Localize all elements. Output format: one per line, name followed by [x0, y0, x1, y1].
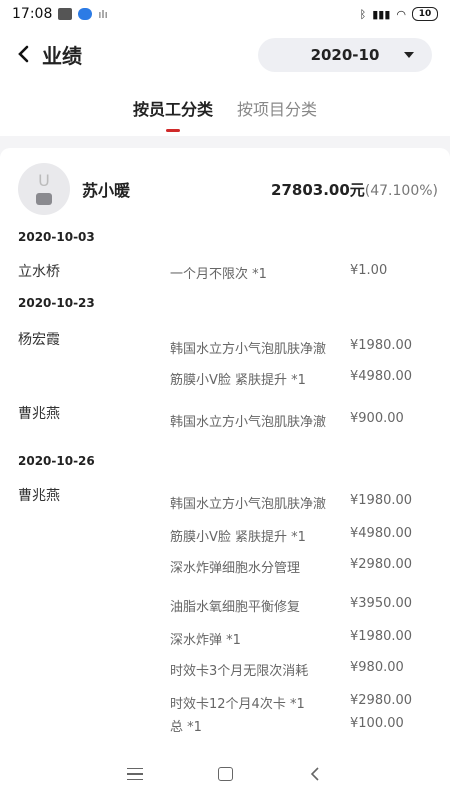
caret-down-icon — [404, 52, 414, 58]
avatar-lock-icon — [36, 193, 52, 205]
signal-mini-icon: ıIı — [98, 7, 108, 21]
nav-back-icon — [310, 767, 319, 781]
employee-amount: 27803.00元(47.100%) — [271, 179, 438, 200]
chevron-left-icon — [18, 45, 29, 63]
record-price: ¥900.00 — [350, 411, 404, 426]
record-item: 一个月不限次 *1 — [170, 267, 267, 282]
menu-icon — [127, 768, 143, 780]
record-price: ¥1980.00 — [350, 629, 413, 644]
home-button[interactable] — [215, 764, 235, 784]
back-button[interactable] — [8, 39, 38, 69]
app-header: 业绩 2020-10 — [0, 28, 450, 80]
month-dropdown[interactable]: 2020-10 — [258, 38, 432, 72]
amount-value: 27803.00元 — [271, 180, 365, 199]
bluetooth-icon: ᛒ — [359, 7, 367, 21]
record-price: ¥100.00 — [350, 716, 404, 731]
tab-by-employee[interactable]: 按员工分类 — [133, 96, 213, 132]
customer-name: 杨宏霞 — [18, 332, 60, 348]
record-price: ¥1.00 — [350, 263, 388, 278]
home-icon — [217, 767, 233, 781]
record-price: ¥1980.00 — [350, 493, 413, 508]
status-bar: 17:08 ıIı ᛒ ▮▮▮ ◠ 10 — [0, 0, 450, 28]
record-item: 韩国水立方小气泡肌肤净澈 — [170, 415, 327, 430]
record-item: 深水炸弹细胞水分管理 — [170, 561, 301, 576]
month-value: 2020-10 — [310, 46, 380, 64]
amount-percent: (47.100%) — [364, 182, 438, 199]
customer-name: 立水桥 — [18, 264, 60, 280]
nav-back-button[interactable] — [305, 764, 325, 784]
employee-card: U 苏小暖 27803.00元(47.100%) 2020-10-03 立水桥 … — [0, 148, 450, 748]
tab-by-project[interactable]: 按项目分类 — [237, 96, 317, 132]
employee-header: U 苏小暖 27803.00元(47.100%) — [18, 163, 438, 215]
date-header: 2020-10-23 — [18, 296, 95, 310]
record-price: ¥4980.00 — [350, 369, 413, 384]
system-nav-bar — [0, 748, 450, 800]
record-item: 时效卡3个月无限次消耗 — [170, 664, 309, 679]
record-price: ¥3950.00 — [350, 596, 413, 611]
record-item: 韩国水立方小气泡肌肤净澈 — [170, 342, 327, 357]
status-time: 17:08 — [12, 6, 53, 22]
category-tabs: 按员工分类 按项目分类 — [0, 80, 450, 136]
employee-name: 苏小暖 — [82, 181, 131, 200]
record-item: 深水炸弹 *1 — [170, 633, 241, 648]
record-item: 筋膜小V脸 紧肤提升 *1 — [170, 530, 306, 545]
record-price: ¥980.00 — [350, 660, 404, 675]
avatar: U — [18, 163, 70, 215]
cloud-icon — [78, 8, 93, 20]
avatar-letter: U — [38, 171, 50, 190]
record-item: 总 *1 — [170, 720, 202, 735]
record-price: ¥1980.00 — [350, 338, 413, 353]
record-item: 筋膜小V脸 紧肤提升 *1 — [170, 373, 306, 388]
record-item: 时效卡12个月4次卡 *1 — [170, 697, 305, 712]
page-title: 业绩 — [42, 43, 82, 68]
record-item: 油脂水氧细胞平衡修复 — [170, 600, 301, 615]
signal-icon: ▮▮▮ — [372, 7, 391, 21]
record-price: ¥4980.00 — [350, 526, 413, 541]
battery-icon: 10 — [412, 7, 438, 21]
battery-level: 10 — [418, 9, 432, 19]
customer-name: 曹兆燕 — [18, 488, 60, 504]
date-header: 2020-10-03 — [18, 230, 95, 244]
customer-name: 曹兆燕 — [18, 406, 60, 422]
menu-button[interactable] — [125, 764, 145, 784]
date-header: 2020-10-26 — [18, 454, 95, 468]
record-price: ¥2980.00 — [350, 693, 413, 708]
record-item: 韩国水立方小气泡肌肤净澈 — [170, 497, 327, 512]
record-price: ¥2980.00 — [350, 557, 413, 572]
message-icon — [58, 8, 73, 20]
wifi-icon: ◠ — [396, 7, 406, 21]
